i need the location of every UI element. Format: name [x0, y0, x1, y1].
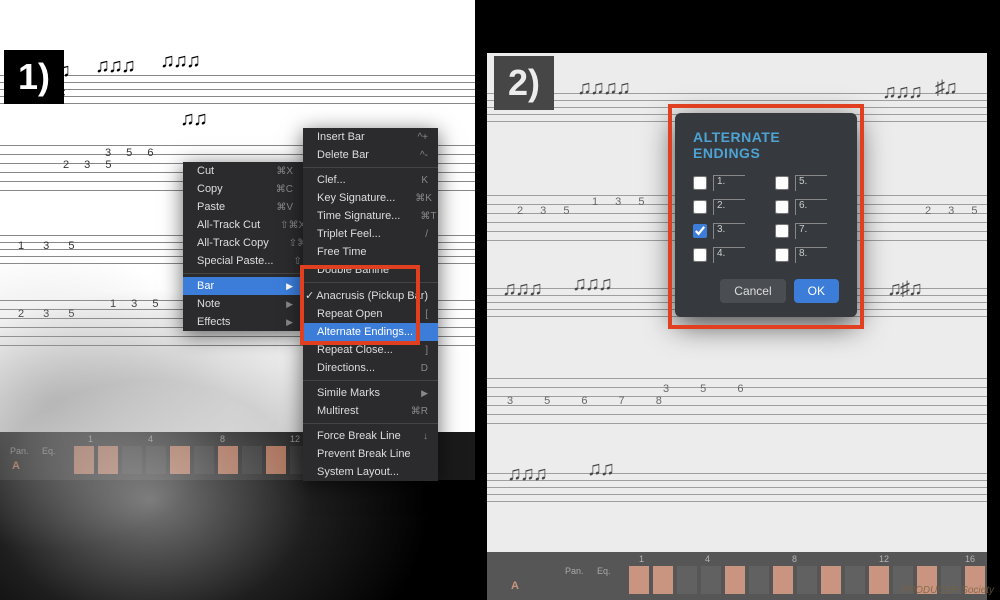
- ctx-multirest[interactable]: Multirest⌘R: [303, 402, 438, 420]
- ctx-anacrusis[interactable]: ✓Anacrusis (Pickup Bar): [303, 286, 438, 305]
- ctx-time-sig[interactable]: Time Signature...⌘T: [303, 207, 438, 225]
- ctx-repeat-close[interactable]: Repeat Close...]: [303, 341, 438, 359]
- ctx-prevent-break[interactable]: Prevent Break Line: [303, 445, 438, 463]
- ctx-bar-submenu[interactable]: Bar▶: [183, 277, 303, 295]
- beat-block[interactable]: [98, 446, 118, 474]
- ctx-note-submenu[interactable]: Note▶: [183, 295, 303, 313]
- context-menu-bar[interactable]: Insert Bar^+ Delete Bar^- Clef...K Key S…: [303, 128, 438, 481]
- ctx-cut[interactable]: Cut⌘X: [183, 162, 303, 180]
- ending-number: 4.: [713, 247, 745, 263]
- ctx-copy[interactable]: Copy⌘C: [183, 180, 303, 198]
- ruler-mark: 1: [88, 434, 93, 444]
- beat-block[interactable]: [170, 446, 190, 474]
- check-icon: ✓: [305, 289, 314, 302]
- ctx-system-layout[interactable]: System Layout...: [303, 463, 438, 481]
- chevron-right-icon: ▶: [286, 299, 293, 310]
- ctx-key-sig[interactable]: Key Signature...⌘K: [303, 189, 438, 207]
- ending-checkbox[interactable]: [775, 200, 789, 214]
- beat-block[interactable]: [146, 446, 166, 474]
- panel-label-1: 1): [4, 50, 64, 104]
- ending-checkbox[interactable]: [775, 248, 789, 262]
- chevron-right-icon: ▶: [286, 281, 293, 292]
- tab-fragment: 1 3 5: [18, 240, 82, 252]
- ending-option-2[interactable]: 2.: [693, 199, 757, 215]
- ending-number: 3.: [713, 223, 745, 239]
- tab-fragment: 3 5 6: [105, 147, 159, 159]
- ctx-alltrack-cut[interactable]: All-Track Cut⇧⌘X: [183, 216, 303, 234]
- beat-block[interactable]: [74, 446, 94, 474]
- ending-number: 5.: [795, 175, 827, 191]
- ctx-special-paste[interactable]: Special Paste...⇧⌘V: [183, 252, 303, 270]
- ctx-clef[interactable]: Clef...K: [303, 171, 438, 189]
- ctx-directions[interactable]: Directions...D: [303, 359, 438, 377]
- ending-checkbox[interactable]: [693, 248, 707, 262]
- dialog-title: ALTERNATE ENDINGS: [693, 129, 839, 161]
- ending-option-1[interactable]: 1.: [693, 175, 757, 191]
- ending-option-7[interactable]: 7.: [775, 223, 839, 239]
- ending-option-3[interactable]: 3.: [693, 223, 757, 239]
- ending-option-8[interactable]: 8.: [775, 247, 839, 263]
- watermark-logo: PRODUCER Society: [901, 585, 994, 596]
- ctx-paste[interactable]: Paste⌘V: [183, 198, 303, 216]
- ctx-delete-bar[interactable]: Delete Bar^-: [303, 146, 438, 164]
- ending-option-6[interactable]: 6.: [775, 199, 839, 215]
- tab-fragment: 1 3 5: [110, 298, 164, 310]
- ctx-insert-bar[interactable]: Insert Bar^+: [303, 128, 438, 146]
- ctx-effects-submenu[interactable]: Effects▶: [183, 313, 303, 331]
- alternate-endings-dialog[interactable]: ALTERNATE ENDINGS 1. 5. 2. 6. 3. 7. 4. 8…: [675, 113, 857, 317]
- ending-checkbox[interactable]: [693, 176, 707, 190]
- beat-block[interactable]: [242, 446, 262, 474]
- context-menu-edit[interactable]: Cut⌘X Copy⌘C Paste⌘V All-Track Cut⇧⌘X Al…: [183, 162, 303, 331]
- ctx-free-time[interactable]: Free Time: [303, 243, 438, 261]
- ending-checkbox[interactable]: [775, 224, 789, 238]
- ctx-force-break[interactable]: Force Break Line↓: [303, 427, 438, 445]
- chevron-right-icon: ▶: [421, 388, 428, 399]
- ending-number: 6.: [795, 199, 827, 215]
- tab-fragment: 2 3 5: [18, 308, 82, 320]
- beat-block[interactable]: [194, 446, 214, 474]
- pan-label[interactable]: Pan.: [4, 446, 35, 456]
- beat-block[interactable]: [266, 446, 286, 474]
- ctx-repeat-open[interactable]: Repeat Open[: [303, 305, 438, 323]
- ctx-triplet-feel[interactable]: Triplet Feel.../: [303, 225, 438, 243]
- ending-option-4[interactable]: 4.: [693, 247, 757, 263]
- ok-button[interactable]: OK: [794, 279, 839, 303]
- ending-number: 2.: [713, 199, 745, 215]
- cancel-button[interactable]: Cancel: [720, 279, 785, 303]
- ending-number: 1.: [713, 175, 745, 191]
- chevron-right-icon: ▶: [286, 317, 293, 328]
- eq-label[interactable]: Eq.: [36, 446, 62, 456]
- ctx-simile-marks[interactable]: Simile Marks▶: [303, 384, 438, 402]
- beat-block[interactable]: [122, 446, 142, 474]
- beat-block[interactable]: [218, 446, 238, 474]
- ruler-mark: 12: [290, 434, 300, 444]
- ending-checkbox[interactable]: [693, 200, 707, 214]
- ending-number: 7.: [795, 223, 827, 239]
- ctx-alternate-endings[interactable]: Alternate Endings...: [303, 323, 438, 341]
- endings-grid: 1. 5. 2. 6. 3. 7. 4. 8.: [693, 175, 839, 263]
- ctx-alltrack-copy[interactable]: All-Track Copy⇧⌘C: [183, 234, 303, 252]
- tab-fragment: 2 3 5: [63, 159, 117, 171]
- ending-option-5[interactable]: 5.: [775, 175, 839, 191]
- track-letter: A: [6, 460, 26, 472]
- ctx-double-barline[interactable]: Double Barline: [303, 261, 438, 279]
- ruler-mark: 8: [220, 434, 225, 444]
- ending-checkbox[interactable]: [693, 224, 707, 238]
- ruler-mark: 4: [148, 434, 153, 444]
- ending-number: 8.: [795, 247, 827, 263]
- ending-checkbox[interactable]: [775, 176, 789, 190]
